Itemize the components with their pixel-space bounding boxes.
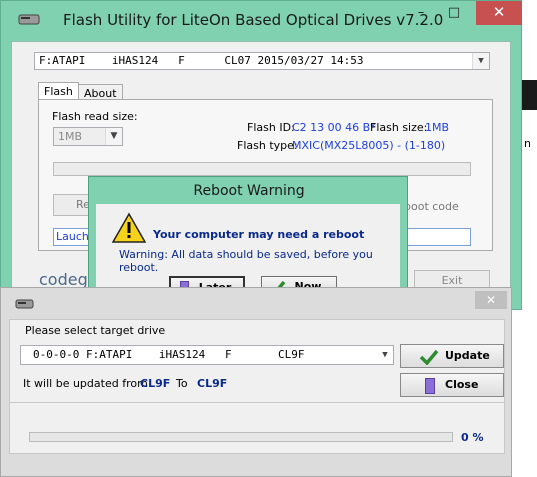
door-icon — [425, 378, 435, 394]
dialog-message: Warning: All data should be saved, befor… — [119, 248, 373, 274]
dialog-heading: Your computer may need a reboot — [153, 228, 365, 241]
flash-size-value: 1MB — [425, 121, 450, 134]
from-version: CL9F — [140, 377, 171, 390]
select-prompt: Please select target drive — [25, 324, 166, 337]
to-version: CL9F — [197, 377, 228, 390]
drive-select-value: F:ATAPI iHAS124 F CL07 2015/03/27 14:53 — [39, 54, 364, 67]
flash-id-label: Flash ID: — [247, 121, 295, 134]
update-button[interactable]: Update — [400, 344, 504, 368]
flash-read-size-select[interactable]: 1MB ▼ — [53, 127, 123, 146]
progress-panel: 0 % — [9, 402, 505, 454]
minimize-button[interactable]: – — [408, 5, 434, 23]
drive-icon — [15, 299, 34, 309]
flash-size-label: Flash size: — [370, 121, 428, 134]
progress-percent: 0 % — [461, 431, 484, 444]
target-drive-value: 0-0-0-0 F:ATAPI iHAS124 F CL9F — [33, 348, 305, 361]
flash-read-size-label: Flash read size: — [52, 110, 138, 123]
warning-icon — [112, 212, 146, 243]
chevron-down-icon[interactable]: ▼ — [377, 346, 393, 364]
exit-button-label: Exit — [441, 274, 463, 287]
drive-icon — [18, 14, 40, 25]
flash-progress-bar — [53, 162, 471, 176]
flash-type-value: MXIC(MX25L8005) - (1-180) — [292, 139, 446, 152]
maximize-button[interactable]: □ — [441, 5, 467, 23]
chevron-down-icon[interactable]: ▼ — [472, 53, 489, 69]
close-button[interactable]: Close — [400, 373, 504, 397]
chevron-down-icon[interactable]: ▼ — [105, 128, 122, 145]
updated-from-label: It will be updated from — [23, 377, 148, 390]
tab-flash[interactable]: Flash — [38, 82, 79, 100]
to-label: To — [176, 377, 188, 390]
dialog-title: Reboot Warning — [193, 183, 305, 199]
flash-id-value: C2 13 00 46 B* — [292, 121, 376, 134]
update-button-label: Update — [445, 349, 490, 362]
window-title: Flash Utility for LiteOn Based Optical D… — [63, 11, 444, 29]
boot-code-label: boot code — [404, 200, 459, 213]
flash-type-label: Flash type: — [237, 139, 298, 152]
checkmark-icon — [419, 349, 439, 365]
select-drive-window: ✕ Please select target drive 0-0-0-0 F:A… — [0, 287, 512, 477]
drive-select[interactable]: F:ATAPI iHAS124 F CL07 2015/03/27 14:53 … — [34, 52, 490, 70]
close-button-label: Close — [445, 378, 479, 391]
close-button[interactable]: ✕ — [476, 1, 522, 25]
background-image-fragment — [522, 80, 537, 110]
flash-read-size-value: 1MB — [58, 130, 83, 143]
progress-bar — [29, 432, 453, 442]
background-text-fragment: n — [524, 137, 531, 150]
tab-about[interactable]: About — [78, 84, 123, 100]
target-drive-select[interactable]: 0-0-0-0 F:ATAPI iHAS124 F CL9F ▼ — [20, 345, 394, 365]
close-button[interactable]: ✕ — [475, 291, 507, 309]
